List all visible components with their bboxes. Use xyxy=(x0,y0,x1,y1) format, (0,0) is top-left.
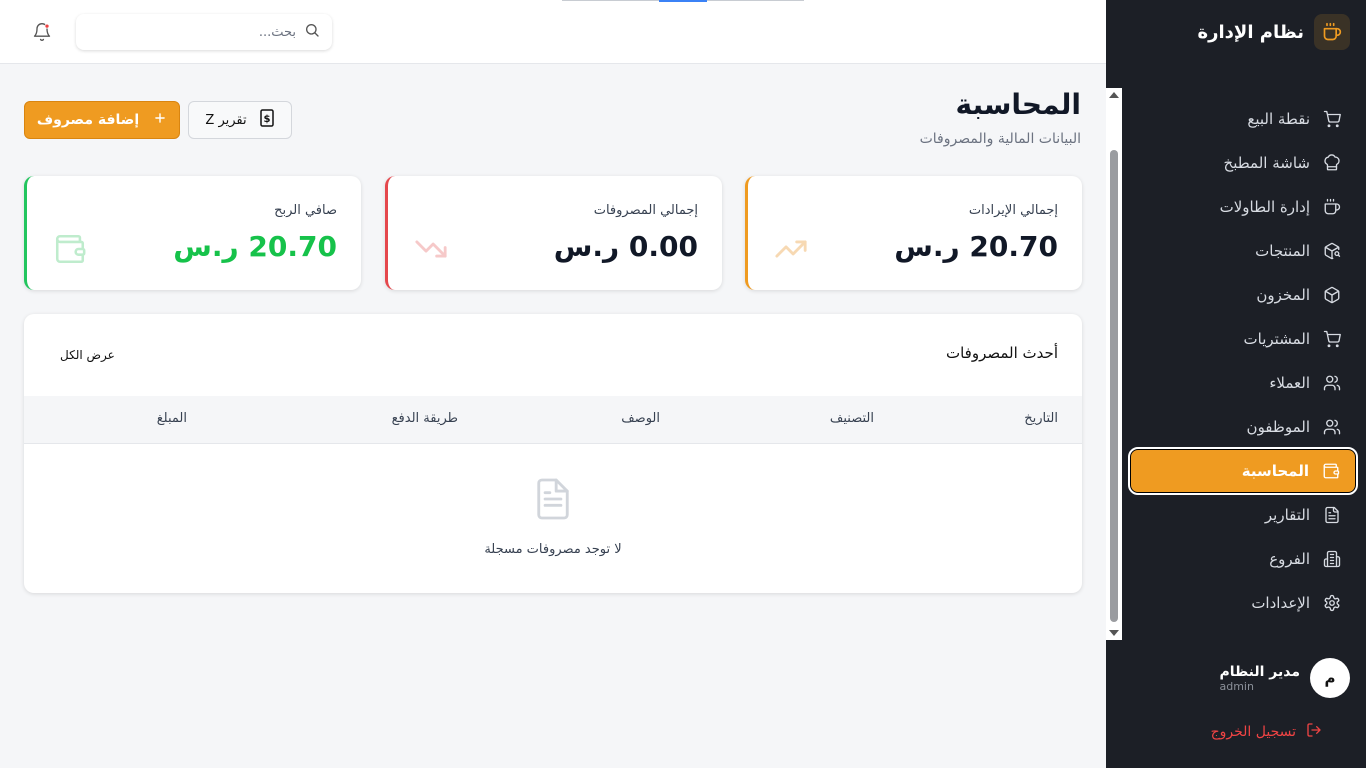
page-subtitle: البيانات المالية والمصروفات xyxy=(919,131,1081,147)
z-report-label: تقرير Z xyxy=(205,112,247,128)
search-input[interactable] xyxy=(88,24,296,40)
search-box[interactable] xyxy=(76,14,332,50)
top-bar xyxy=(0,0,1106,64)
empty-document-icon xyxy=(534,476,572,522)
view-all-link[interactable]: عرض الكل xyxy=(60,348,115,362)
profit-label: صافي الربح xyxy=(274,203,337,218)
sidebar-item-customers[interactable]: العملاء xyxy=(1130,361,1356,405)
sidebar-item-label: الموظفون xyxy=(1246,418,1310,436)
logout-icon xyxy=(1306,722,1322,742)
cart-icon xyxy=(1322,329,1342,349)
sidebar-item-reports[interactable]: التقارير xyxy=(1130,493,1356,537)
wallet-icon xyxy=(53,232,87,266)
box-icon xyxy=(1322,285,1342,305)
profit-card: صافي الربح 20.70 ر.س xyxy=(24,176,361,290)
sidebar-item-label: المشتريات xyxy=(1243,330,1310,348)
package-search-icon xyxy=(1322,241,1342,261)
sidebar-item-tables[interactable]: إدارة الطاولات xyxy=(1130,185,1356,229)
sidebar-item-label: الفروع xyxy=(1269,550,1310,568)
trending-up-icon xyxy=(774,232,808,266)
sidebar-item-employees[interactable]: الموظفون xyxy=(1130,405,1356,449)
sidebar-nav: نقطة البيع شاشة المطبخ إدارة الطاولات ال… xyxy=(1128,97,1358,625)
column-amount: المبلغ xyxy=(156,411,187,426)
gear-icon xyxy=(1322,593,1342,613)
sidebar-item-label: نقطة البيع xyxy=(1247,110,1310,128)
profit-value: 20.70 ر.س xyxy=(173,230,337,263)
users-icon xyxy=(1322,373,1342,393)
building-icon xyxy=(1322,549,1342,569)
dollar-receipt-icon: $ xyxy=(259,109,275,131)
tab-strip-active xyxy=(659,0,707,2)
column-payment-method: طريقة الدفع xyxy=(391,411,458,426)
recent-expenses-title: أحدث المصروفات xyxy=(945,344,1058,362)
sidebar-item-settings[interactable]: الإعدادات xyxy=(1130,581,1356,625)
sidebar-item-products[interactable]: المنتجات xyxy=(1130,229,1356,273)
avatar: م xyxy=(1310,658,1350,698)
search-icon xyxy=(304,22,320,42)
sidebar-item-label: المحاسبة xyxy=(1241,462,1309,480)
logout-button[interactable]: تسجيل الخروج xyxy=(1211,722,1322,742)
scroll-down-arrow-icon[interactable] xyxy=(1109,630,1119,636)
sidebar-item-label: التقارير xyxy=(1264,506,1310,524)
column-date: التاريخ xyxy=(1024,411,1058,426)
logout-label: تسجيل الخروج xyxy=(1210,724,1296,740)
add-expense-button[interactable]: إضافة مصروف xyxy=(24,101,180,139)
wallet-icon xyxy=(1321,461,1341,481)
expenses-label: إجمالي المصروفات xyxy=(593,203,698,218)
sidebar-item-pos[interactable]: نقطة البيع xyxy=(1130,97,1356,141)
empty-state-text: لا توجد مصروفات مسجلة xyxy=(484,542,622,557)
cart-icon xyxy=(1322,109,1342,129)
sidebar-item-kitchen[interactable]: شاشة المطبخ xyxy=(1130,141,1356,185)
sidebar-item-label: إدارة الطاولات xyxy=(1219,198,1310,216)
sidebar-item-accounting[interactable]: المحاسبة xyxy=(1128,447,1358,495)
sidebar-item-inventory[interactable]: المخزون xyxy=(1130,273,1356,317)
table-header: التاريخ التصنيف الوصف طريقة الدفع المبلغ xyxy=(24,396,1082,444)
brand: نظام الإدارة xyxy=(1198,14,1350,50)
column-description: الوصف xyxy=(621,411,660,426)
revenue-card: إجمالي الإيرادات 20.70 ر.س xyxy=(745,176,1082,290)
trending-down-icon xyxy=(414,232,448,266)
document-icon xyxy=(1322,505,1342,525)
sidebar-item-branches[interactable]: الفروع xyxy=(1130,537,1356,581)
expenses-card: إجمالي المصروفات 0.00 ر.س xyxy=(385,176,722,290)
scroll-thumb[interactable] xyxy=(1110,150,1118,622)
sidebar-item-label: العملاء xyxy=(1269,374,1310,392)
user-role: admin xyxy=(1219,679,1254,693)
sidebar-item-purchases[interactable]: المشتريات xyxy=(1130,317,1356,361)
sidebar-item-label: الإعدادات xyxy=(1251,594,1310,612)
z-report-button[interactable]: $ تقرير Z xyxy=(188,101,292,139)
user-profile[interactable]: م مدير النظام admin xyxy=(1219,658,1350,698)
user-name: مدير النظام xyxy=(1219,663,1300,680)
user-info: مدير النظام admin xyxy=(1219,664,1300,693)
page-title: المحاسبة xyxy=(955,88,1081,121)
plus-icon xyxy=(153,111,167,129)
svg-text:$: $ xyxy=(263,114,270,125)
expenses-value: 0.00 ر.س xyxy=(553,230,698,263)
sidebar-item-label: شاشة المطبخ xyxy=(1223,154,1310,172)
sidebar-item-label: المخزون xyxy=(1256,286,1310,304)
add-expense-label: إضافة مصروف xyxy=(36,112,140,128)
notification-bell-icon[interactable] xyxy=(32,22,52,42)
sidebar: نظام الإدارة نقطة البيع شاشة المطبخ إدار… xyxy=(1106,0,1366,768)
revenue-label: إجمالي الإيرادات xyxy=(968,203,1058,218)
column-category: التصنيف xyxy=(829,411,874,426)
cup-icon xyxy=(1322,197,1342,217)
recent-expenses-panel: أحدث المصروفات عرض الكل التاريخ التصنيف … xyxy=(24,314,1082,593)
sidebar-item-label: المنتجات xyxy=(1255,242,1310,260)
scroll-up-arrow-icon[interactable] xyxy=(1109,92,1119,98)
coffee-cup-logo-icon xyxy=(1314,14,1350,50)
chef-hat-icon xyxy=(1322,153,1342,173)
users-icon xyxy=(1322,417,1342,437)
revenue-value: 20.70 ر.س xyxy=(894,230,1058,263)
app-title: نظام الإدارة xyxy=(1197,21,1304,43)
sidebar-scrollbar[interactable] xyxy=(1106,88,1122,640)
